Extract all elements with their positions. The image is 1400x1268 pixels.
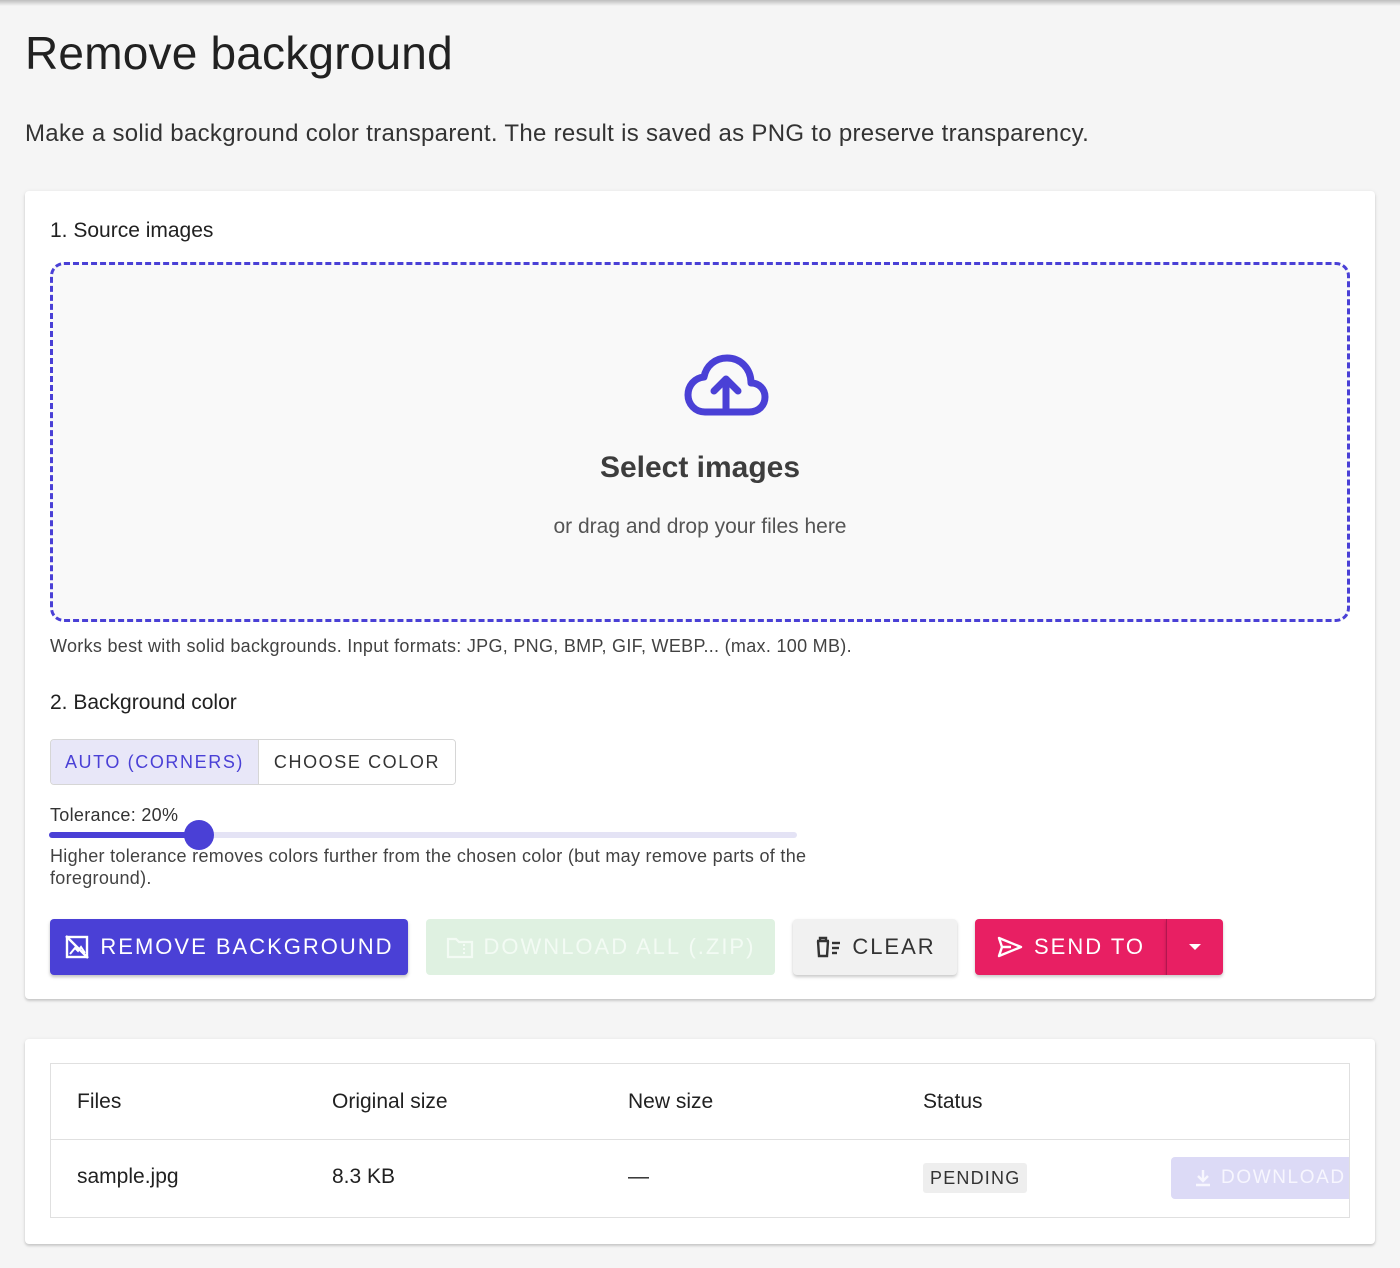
send-to-label: SEND TO — [1034, 934, 1145, 959]
tolerance-slider[interactable] — [49, 820, 797, 850]
row-download-label: DOWNLOAD — [1221, 1167, 1346, 1188]
mode-choose-color-button[interactable]: CHOOSE COLOR — [259, 740, 455, 784]
files-table: Files Original size New size Status samp… — [50, 1063, 1350, 1218]
folder-zip-icon — [446, 937, 473, 959]
background-mode-toggle: AUTO (CORNERS) CHOOSE COLOR — [50, 739, 456, 785]
send-icon — [997, 936, 1023, 958]
cell-new-size: — — [628, 1165, 649, 1188]
tolerance-label: Tolerance: 20% — [50, 805, 179, 825]
cell-original-size: 8.3 KB — [332, 1165, 396, 1188]
header-files: Files — [77, 1090, 122, 1113]
header-original-size: Original size — [332, 1090, 448, 1113]
remove-background-label: REMOVE BACKGROUND — [100, 934, 394, 959]
dropzone-subtitle: or drag and drop your files here — [553, 515, 847, 538]
download-icon — [1196, 1170, 1210, 1187]
input-formats-hint: Works best with solid backgrounds. Input… — [50, 636, 852, 656]
page-title: Remove background — [25, 27, 453, 79]
download-all-zip-button[interactable]: DOWNLOAD ALL (.ZIP) — [426, 919, 775, 975]
dropzone-title: Select images — [599, 451, 801, 484]
mode-auto-corners-button[interactable]: AUTO (CORNERS) — [51, 740, 259, 784]
image-off-icon — [65, 935, 90, 959]
file-dropzone[interactable]: Select images or drag and drop your file… — [50, 262, 1350, 622]
clear-button[interactable]: CLEAR — [793, 919, 957, 975]
table-header: Files Original size New size Status — [51, 1064, 1349, 1140]
caret-down-icon — [1189, 944, 1201, 950]
cell-file-name: sample.jpg — [77, 1165, 179, 1188]
status-badge: PENDING — [923, 1163, 1028, 1193]
clear-label: CLEAR — [852, 934, 936, 959]
settings-card: 1. Source images Select images or drag a… — [25, 191, 1375, 999]
header-new-size: New size — [628, 1090, 714, 1113]
tolerance-slider-fill — [49, 832, 199, 838]
header-status: Status — [923, 1090, 983, 1113]
tolerance-help-text: Higher tolerance removes colors further … — [50, 846, 807, 888]
row-download-button[interactable]: DOWNLOAD — [1171, 1157, 1349, 1199]
send-to-menu-button[interactable] — [1166, 919, 1223, 975]
top-shadow — [0, 0, 1400, 6]
files-table-card: Files Original size New size Status samp… — [25, 1039, 1375, 1244]
remove-background-button[interactable]: REMOVE BACKGROUND — [50, 919, 408, 975]
send-to-button[interactable]: SEND TO — [975, 919, 1166, 975]
cloud-upload-icon — [684, 354, 769, 416]
download-all-label: DOWNLOAD ALL (.ZIP) — [483, 934, 756, 959]
delete-sweep-icon — [817, 936, 841, 958]
source-section-title: 1. Source images — [50, 219, 214, 242]
page-description: Make a solid background color transparen… — [25, 120, 1090, 147]
background-section-title: 2. Background color — [50, 691, 237, 714]
